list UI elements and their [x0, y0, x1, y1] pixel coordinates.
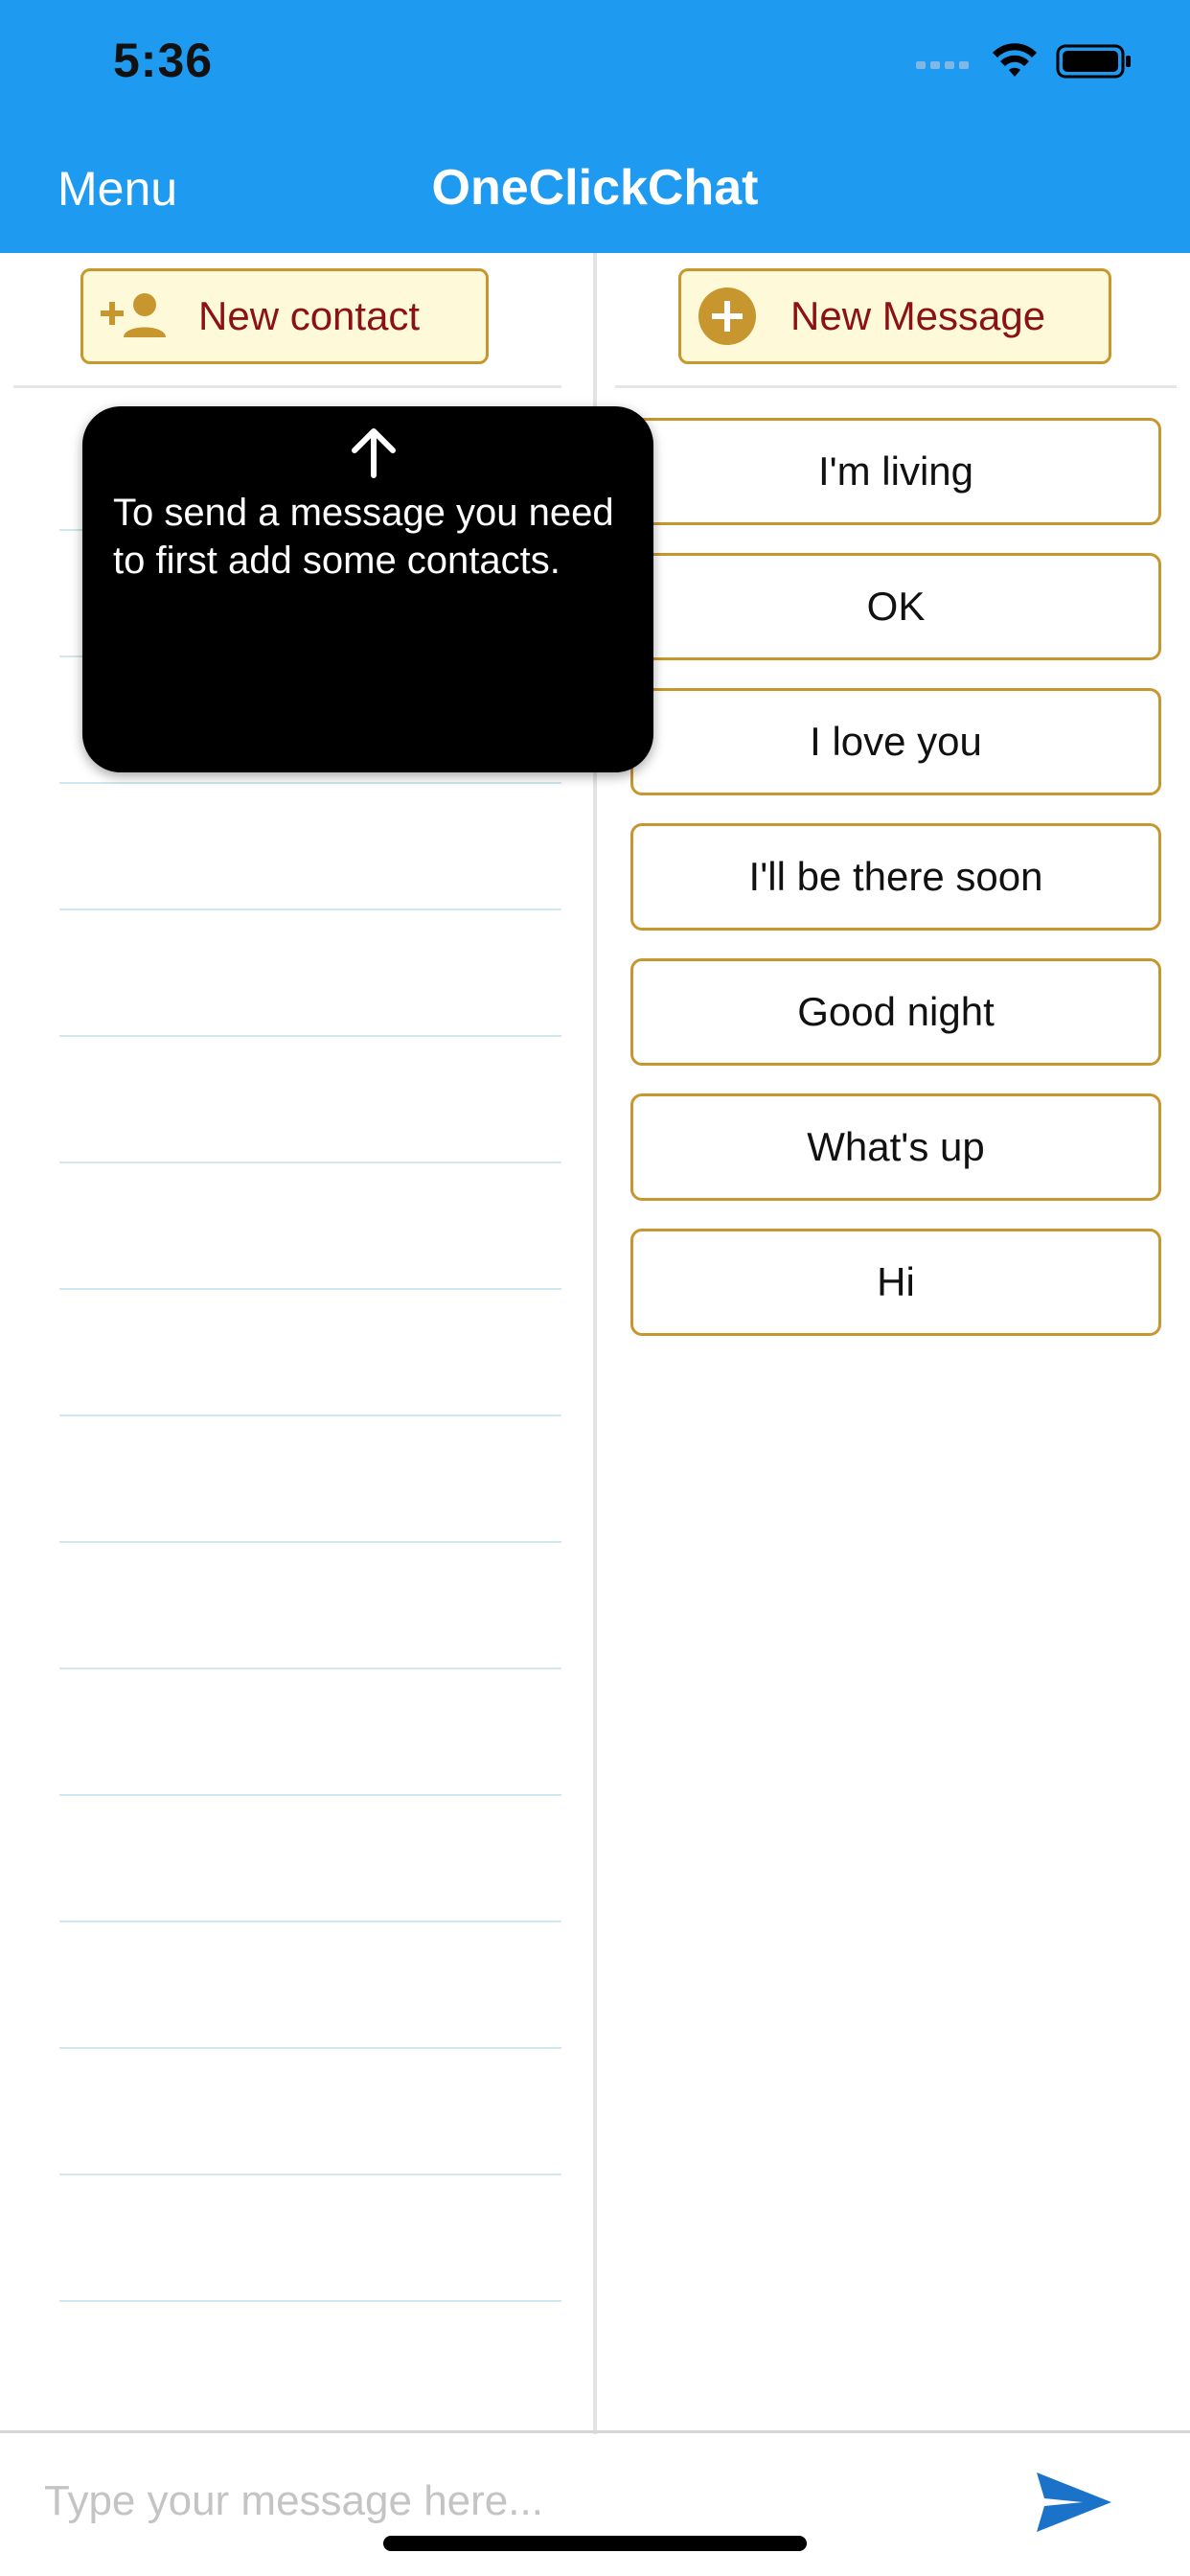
message-preset-label: I love you [810, 719, 982, 764]
signal-icon [916, 61, 969, 69]
message-preset-button[interactable]: Good night [630, 958, 1161, 1066]
battery-icon [1056, 44, 1131, 79]
contact-row-line [59, 1794, 561, 1796]
contact-row-line [59, 1541, 561, 1543]
message-preset-label: What's up [807, 1124, 985, 1169]
status-icons [916, 42, 1133, 80]
message-preset-label: Hi [877, 1259, 915, 1304]
message-preset-button[interactable]: OK [630, 553, 1161, 660]
message-preset-button[interactable]: I love you [630, 688, 1161, 795]
message-preset-label: I'm living [817, 448, 974, 494]
onboarding-tooltip[interactable]: To send a message you need to first add … [82, 406, 653, 772]
send-icon[interactable] [1035, 2469, 1113, 2536]
composer-separator [0, 2430, 1190, 2433]
new-contact-button[interactable]: New contact [80, 268, 489, 364]
status-time: 5:36 [113, 34, 214, 87]
message-preset-button[interactable]: What's up [630, 1093, 1161, 1201]
right-panel-separator [615, 385, 1177, 388]
contact-row-line [59, 1668, 561, 1669]
contact-row-line [59, 2174, 561, 2175]
arrow-up-icon [352, 428, 396, 478]
contact-row-line [59, 782, 561, 784]
contact-row-line [59, 2047, 561, 2049]
left-panel-separator [13, 385, 561, 388]
page-title: OneClickChat [431, 160, 759, 216]
message-preset-button[interactable]: Hi [630, 1229, 1161, 1336]
contact-row-line [59, 908, 561, 910]
message-preset-label: I'll be there soon [748, 854, 1043, 899]
wifi-icon [993, 43, 1037, 77]
message-preset-button[interactable]: I'll be there soon [630, 823, 1161, 931]
contact-row-line [59, 1035, 561, 1037]
message-input[interactable] [42, 2467, 985, 2536]
contact-row-line [59, 1162, 561, 1163]
message-preset-button[interactable]: I'm living [630, 418, 1161, 525]
new-message-label: New Message [790, 293, 1046, 338]
message-preset-label: Good night [797, 989, 995, 1034]
app-header: 5:36 Menu OneClickChat [0, 0, 1190, 253]
add-person-icon [101, 293, 166, 337]
contact-row-line [59, 1414, 561, 1416]
home-indicator [383, 2536, 807, 2551]
contact-row-line [59, 1288, 561, 1290]
new-contact-label: New contact [198, 293, 421, 338]
new-message-button[interactable]: New Message [678, 268, 1111, 364]
tooltip-text: To send a message you need to first add … [113, 492, 614, 582]
message-preset-label: OK [866, 584, 926, 629]
contact-row-line [59, 2300, 561, 2302]
plus-circle-icon [698, 288, 756, 345]
contact-row-line [59, 1920, 561, 1922]
